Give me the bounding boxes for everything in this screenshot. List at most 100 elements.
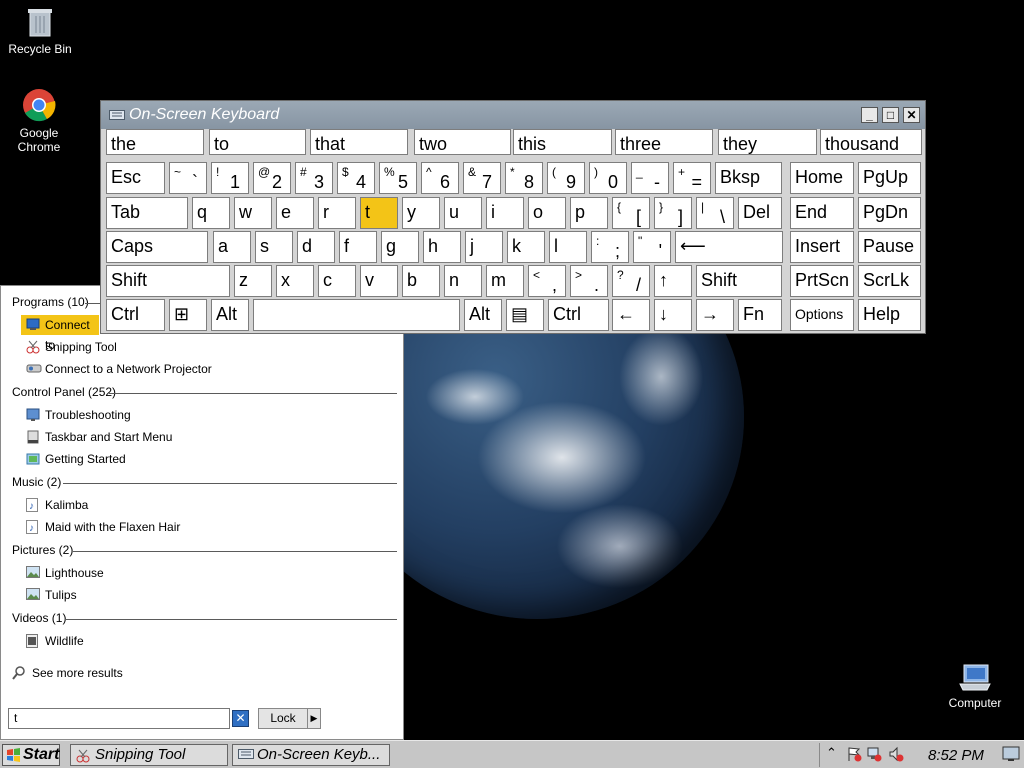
control-item-troubleshooting[interactable]: Troubleshooting bbox=[21, 405, 321, 425]
key-o[interactable]: o bbox=[528, 197, 566, 229]
key-pgdn[interactable]: PgDn bbox=[858, 197, 921, 229]
key-alt[interactable]: Alt bbox=[211, 299, 249, 331]
clear-search-icon[interactable]: ✕ bbox=[232, 710, 249, 727]
key-caps[interactable]: Caps bbox=[106, 231, 208, 263]
picture-item-tulips[interactable]: Tulips bbox=[21, 585, 321, 605]
key-9[interactable]: (9 bbox=[547, 162, 585, 194]
maximize-button[interactable]: □ bbox=[882, 107, 899, 123]
category-music[interactable]: Music (2) bbox=[12, 475, 61, 489]
video-item-wildlife[interactable]: Wildlife bbox=[21, 631, 321, 651]
desktop-icon-recycle-bin[interactable]: Recycle Bin bbox=[0, 6, 80, 56]
key-prtscn[interactable]: PrtScn bbox=[790, 265, 854, 297]
clock[interactable]: 8:52 PM bbox=[928, 747, 984, 764]
taskbar-item-snipping-tool[interactable]: Snipping Tool bbox=[70, 744, 228, 766]
key-sym8[interactable]: ↓ bbox=[654, 299, 692, 331]
key-pause[interactable]: Pause bbox=[858, 231, 921, 263]
desktop-icon-computer[interactable]: Computer bbox=[935, 664, 1015, 710]
lock-button[interactable]: Lock bbox=[258, 708, 308, 729]
key-help[interactable]: Help bbox=[858, 299, 921, 331]
minimize-button[interactable]: _ bbox=[861, 107, 878, 123]
key-v[interactable]: v bbox=[360, 265, 398, 297]
key-del[interactable]: Del bbox=[738, 197, 782, 229]
prediction-two[interactable]: two bbox=[414, 129, 511, 155]
prediction-three[interactable]: three bbox=[615, 129, 713, 155]
key-sym7[interactable]: ← bbox=[612, 299, 650, 331]
key-pgup[interactable]: PgUp bbox=[858, 162, 921, 194]
category-programs[interactable]: Programs (10) bbox=[12, 295, 89, 309]
key-6[interactable]: ^ 6 bbox=[421, 162, 459, 194]
close-button[interactable]: ✕ bbox=[903, 107, 920, 123]
prediction-to[interactable]: to bbox=[209, 129, 306, 155]
program-item-snipping-tool[interactable]: Snipping Tool bbox=[21, 337, 321, 357]
key-2[interactable]: @2 bbox=[253, 162, 291, 194]
key-alt[interactable]: Alt bbox=[464, 299, 502, 331]
key-h[interactable]: h bbox=[423, 231, 461, 263]
key-n[interactable]: n bbox=[444, 265, 482, 297]
key-0[interactable]: ) 0 bbox=[589, 162, 627, 194]
control-item-taskbar-start[interactable]: Taskbar and Start Menu bbox=[21, 427, 321, 447]
program-item-network-projector[interactable]: Connect to a Network Projector bbox=[21, 359, 321, 379]
osk-titlebar[interactable]: On-Screen Keyboard _ □ ✕ bbox=[101, 101, 925, 129]
key-d[interactable]: d bbox=[297, 231, 335, 263]
prediction-the[interactable]: the bbox=[106, 129, 204, 155]
program-item-connect[interactable]: Connect to bbox=[21, 315, 99, 352]
key-e[interactable]: e bbox=[276, 197, 314, 229]
key-q[interactable]: q bbox=[192, 197, 230, 229]
see-more-results-link[interactable]: See more results bbox=[12, 666, 123, 680]
action-center-flag-icon[interactable] bbox=[846, 746, 862, 762]
key-1[interactable]: ! 1 bbox=[211, 162, 249, 194]
music-item-kalimba[interactable]: ♪ Kalimba bbox=[21, 495, 321, 515]
key-s[interactable]: s bbox=[255, 231, 293, 263]
category-videos[interactable]: Videos (1) bbox=[12, 611, 66, 625]
key-j[interactable]: j bbox=[465, 231, 503, 263]
key-shift[interactable]: Shift bbox=[106, 265, 230, 297]
key-ctrl[interactable]: Ctrl bbox=[106, 299, 165, 331]
key-sym12[interactable]: }] bbox=[654, 197, 692, 229]
key-bksp[interactable]: Bksp bbox=[715, 162, 782, 194]
show-hidden-icons-icon[interactable]: ⌃ bbox=[826, 745, 837, 761]
key-u[interactable]: u bbox=[444, 197, 482, 229]
key-c[interactable]: c bbox=[318, 265, 356, 297]
key-fn[interactable]: Fn bbox=[738, 299, 782, 331]
key-m[interactable]: m bbox=[486, 265, 524, 297]
key-sym1[interactable]: ~ ` bbox=[169, 162, 207, 194]
network-icon[interactable] bbox=[866, 746, 882, 762]
key-sym13[interactable]: | \ bbox=[696, 197, 734, 229]
key-sym9[interactable]: → bbox=[696, 299, 734, 331]
key-sym1[interactable]: ⊞ bbox=[169, 299, 207, 331]
category-pictures[interactable]: Pictures (2) bbox=[12, 543, 73, 557]
key-sym5[interactable]: ▤ bbox=[506, 299, 544, 331]
key-insert[interactable]: Insert bbox=[790, 231, 854, 263]
key-sym12[interactable]: ⟵ bbox=[675, 231, 783, 263]
key-w[interactable]: w bbox=[234, 197, 272, 229]
key-z[interactable]: z bbox=[234, 265, 272, 297]
key-p[interactable]: p bbox=[570, 197, 608, 229]
start-button[interactable]: Start bbox=[2, 744, 60, 766]
key-sym12[interactable]: _ - bbox=[631, 162, 669, 194]
desktop-icon-chrome[interactable]: Google Chrome bbox=[0, 88, 79, 154]
prediction-that[interactable]: that bbox=[310, 129, 408, 155]
key-l[interactable]: l bbox=[549, 231, 587, 263]
key-g[interactable]: g bbox=[381, 231, 419, 263]
key-options[interactable]: Options bbox=[790, 299, 854, 331]
key-t[interactable]: t bbox=[360, 197, 398, 229]
key-sym3[interactable] bbox=[253, 299, 460, 331]
key-4[interactable]: $4 bbox=[337, 162, 375, 194]
prediction-they[interactable]: they bbox=[718, 129, 817, 155]
category-control-panel[interactable]: Control Panel (252) bbox=[12, 385, 116, 399]
key-x[interactable]: x bbox=[276, 265, 314, 297]
key-ctrl[interactable]: Ctrl bbox=[548, 299, 609, 331]
key-8[interactable]: * 8 bbox=[505, 162, 543, 194]
prediction-this[interactable]: this bbox=[513, 129, 612, 155]
music-item-maid-flaxen-hair[interactable]: ♪ Maid with the Flaxen Hair bbox=[21, 517, 321, 537]
show-desktop-icon[interactable] bbox=[1002, 746, 1020, 762]
key-7[interactable]: & 7 bbox=[463, 162, 501, 194]
key-scrlk[interactable]: ScrLk bbox=[858, 265, 921, 297]
power-options-arrow-icon[interactable]: ▶ bbox=[307, 708, 321, 729]
volume-muted-icon[interactable] bbox=[888, 746, 904, 762]
taskbar-item-on-screen-keyboard[interactable]: On-Screen Keyb... bbox=[232, 744, 390, 766]
key-sym13[interactable]: + = bbox=[673, 162, 711, 194]
picture-item-lighthouse[interactable]: Lighthouse bbox=[21, 563, 321, 583]
key-k[interactable]: k bbox=[507, 231, 545, 263]
key-3[interactable]: #3 bbox=[295, 162, 333, 194]
